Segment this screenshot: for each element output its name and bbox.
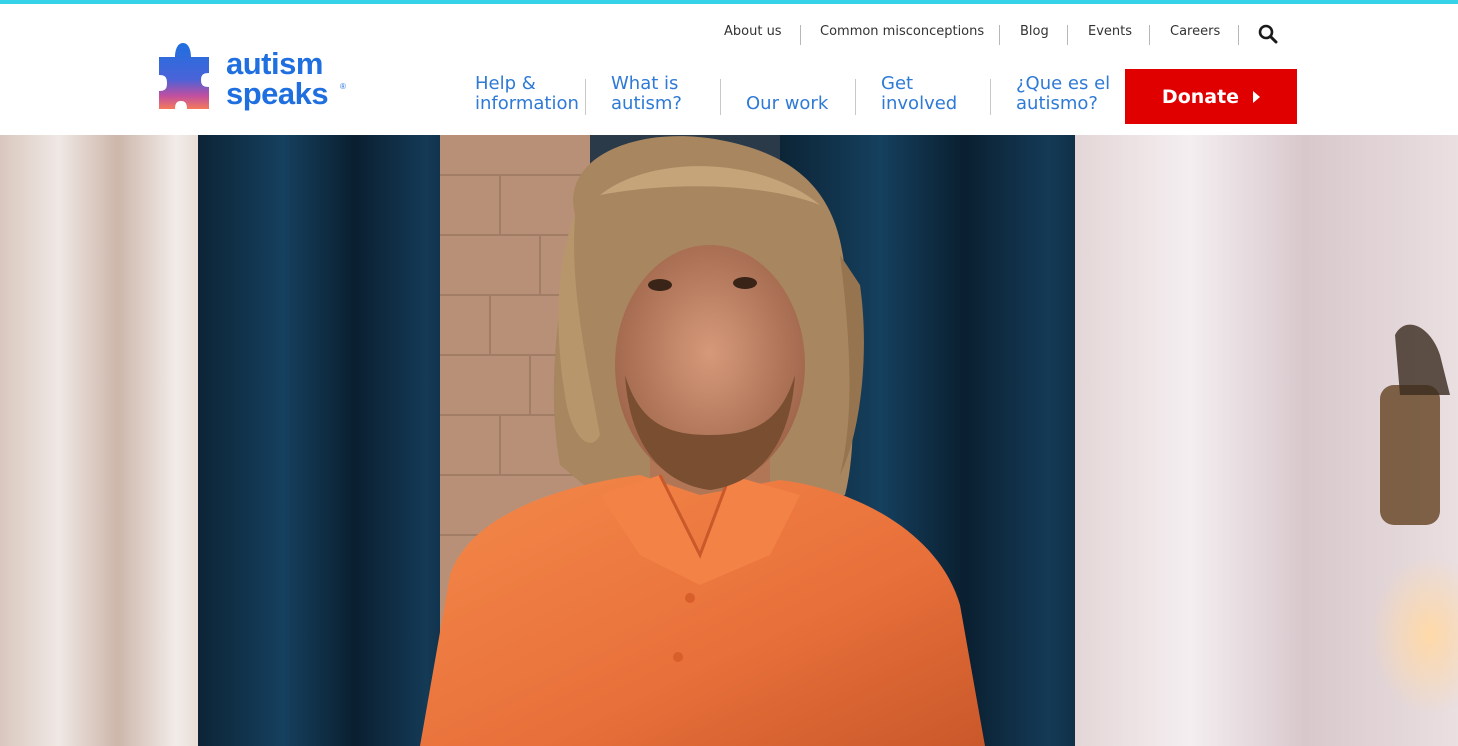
util-nav-divider bbox=[1067, 25, 1068, 45]
main-nav-label: Our work bbox=[746, 93, 829, 114]
util-nav-common-misconceptions[interactable]: Common misconceptions bbox=[820, 23, 984, 41]
donate-label: Donate bbox=[1161, 85, 1240, 108]
util-nav-events[interactable]: Events bbox=[1088, 23, 1132, 41]
main-nav-get-involved[interactable]: Get involved bbox=[881, 74, 957, 114]
util-nav-divider bbox=[800, 25, 801, 45]
logo-wordmark: autism speaks bbox=[226, 46, 329, 111]
main-nav-help-information[interactable]: Help & information bbox=[475, 74, 579, 114]
donate-button[interactable]: Donate bbox=[1125, 69, 1297, 124]
main-nav-label: autism? bbox=[611, 93, 682, 114]
main-nav-divider bbox=[720, 79, 721, 115]
caret-right-icon bbox=[1253, 90, 1261, 103]
main-nav-label: involved bbox=[881, 93, 958, 114]
hero-photo-illustration bbox=[0, 135, 1458, 746]
main-nav-label: ¿Que es el bbox=[1016, 73, 1111, 94]
top-accent-bar bbox=[0, 0, 1458, 4]
autism-speaks-logo[interactable]: autism speaks ® bbox=[157, 41, 357, 117]
util-nav-about-us[interactable]: About us bbox=[724, 23, 782, 41]
puzzle-piece-icon bbox=[159, 43, 209, 109]
search-icon[interactable] bbox=[1258, 24, 1278, 44]
main-nav-what-is-autism[interactable]: What is autism? bbox=[611, 74, 682, 114]
main-nav-label: What is bbox=[611, 73, 679, 94]
main-nav-our-work[interactable]: Our work bbox=[746, 94, 828, 114]
util-nav-divider bbox=[999, 25, 1000, 45]
util-nav-blog[interactable]: Blog bbox=[1020, 23, 1049, 41]
main-nav-label: information bbox=[475, 93, 579, 114]
main-nav-divider bbox=[855, 79, 856, 115]
util-nav-divider bbox=[1149, 25, 1150, 45]
main-nav-label: Help & bbox=[475, 73, 536, 94]
util-nav-careers[interactable]: Careers bbox=[1170, 23, 1220, 41]
registered-mark: ® bbox=[340, 82, 346, 91]
main-nav-que-es-el-autismo[interactable]: ¿Que es el autismo? bbox=[1016, 74, 1110, 114]
main-nav-label: Get bbox=[881, 73, 914, 94]
main-nav-divider bbox=[990, 79, 991, 115]
hero-image bbox=[0, 135, 1458, 746]
util-nav-divider bbox=[1238, 25, 1239, 45]
main-nav-label: autismo? bbox=[1016, 93, 1098, 114]
main-nav-divider bbox=[585, 79, 586, 115]
